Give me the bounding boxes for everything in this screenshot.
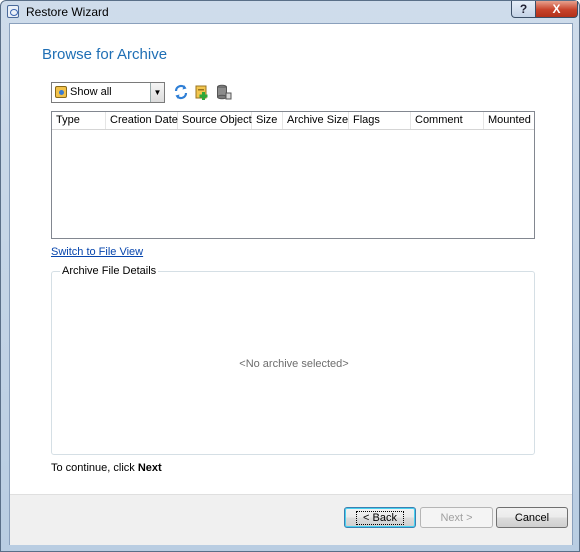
close-icon: X [552, 2, 561, 16]
column-header-comment[interactable]: Comment [411, 112, 484, 129]
help-button[interactable]: ? [511, 1, 536, 18]
column-header-type[interactable]: Type [52, 112, 106, 129]
continue-instruction-emphasis: Next [137, 462, 162, 474]
back-button[interactable]: < Back [344, 507, 416, 528]
window-title: Restore Wizard [26, 5, 109, 19]
continue-instruction: To continue, click Next [51, 462, 162, 474]
back-button-label: < Back [356, 510, 404, 525]
chevron-down-icon[interactable]: ▼ [150, 83, 164, 102]
column-header-flags[interactable]: Flags [349, 112, 411, 129]
add-archive-icon[interactable] [194, 84, 210, 100]
continue-instruction-text: To continue, click [51, 462, 135, 474]
page-title: Browse for Archive [42, 46, 168, 63]
next-button-label: Next > [440, 511, 473, 524]
help-icon: ? [519, 2, 528, 16]
cancel-button[interactable]: Cancel [496, 507, 568, 528]
close-button[interactable]: X [535, 1, 578, 18]
archive-properties-icon[interactable] [216, 84, 232, 100]
restore-wizard-window: Restore Wizard ? X Browse for Archive Sh… [0, 0, 580, 552]
refresh-icon[interactable] [173, 84, 189, 100]
archive-list-header: Type Creation Date Source Object Size Ar… [52, 112, 534, 130]
title-bar[interactable]: Restore Wizard ? X [1, 1, 579, 23]
filter-dropdown[interactable]: Show all ▼ [51, 82, 165, 103]
cancel-button-label: Cancel [514, 511, 550, 524]
wizard-page: Browse for Archive Show all ▼ Type Creat… [9, 23, 573, 545]
column-header-mounted[interactable]: Mounted [484, 112, 534, 129]
column-header-archive-size[interactable]: Archive Size [283, 112, 349, 129]
filter-selected-value: Show all [70, 86, 112, 98]
switch-to-file-view-link[interactable]: Switch to File View [51, 246, 143, 258]
archive-file-details-group: Archive File Details <No archive selecte… [51, 265, 535, 455]
no-archive-selected-text: <No archive selected> [239, 358, 349, 370]
column-header-creation-date[interactable]: Creation Date [106, 112, 178, 129]
column-header-size[interactable]: Size [252, 112, 283, 129]
wizard-footer: < Back Next > Cancel [10, 494, 572, 545]
archive-list[interactable]: Type Creation Date Source Object Size Ar… [51, 111, 535, 239]
column-header-source-object[interactable]: Source Object [178, 112, 252, 129]
app-icon [7, 5, 19, 18]
archive-file-details-label: Archive File Details [60, 265, 159, 277]
filter-icon [55, 86, 67, 98]
next-button[interactable]: Next > [420, 507, 493, 528]
